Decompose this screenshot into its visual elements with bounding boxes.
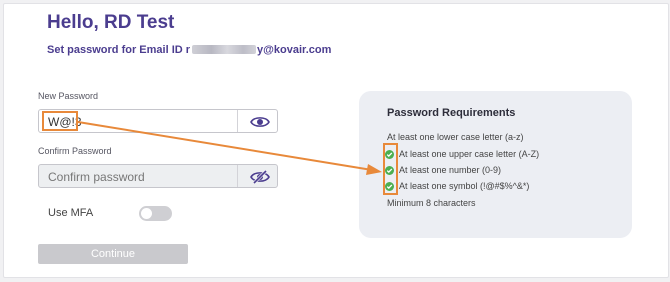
annotation-arrow <box>77 121 382 175</box>
